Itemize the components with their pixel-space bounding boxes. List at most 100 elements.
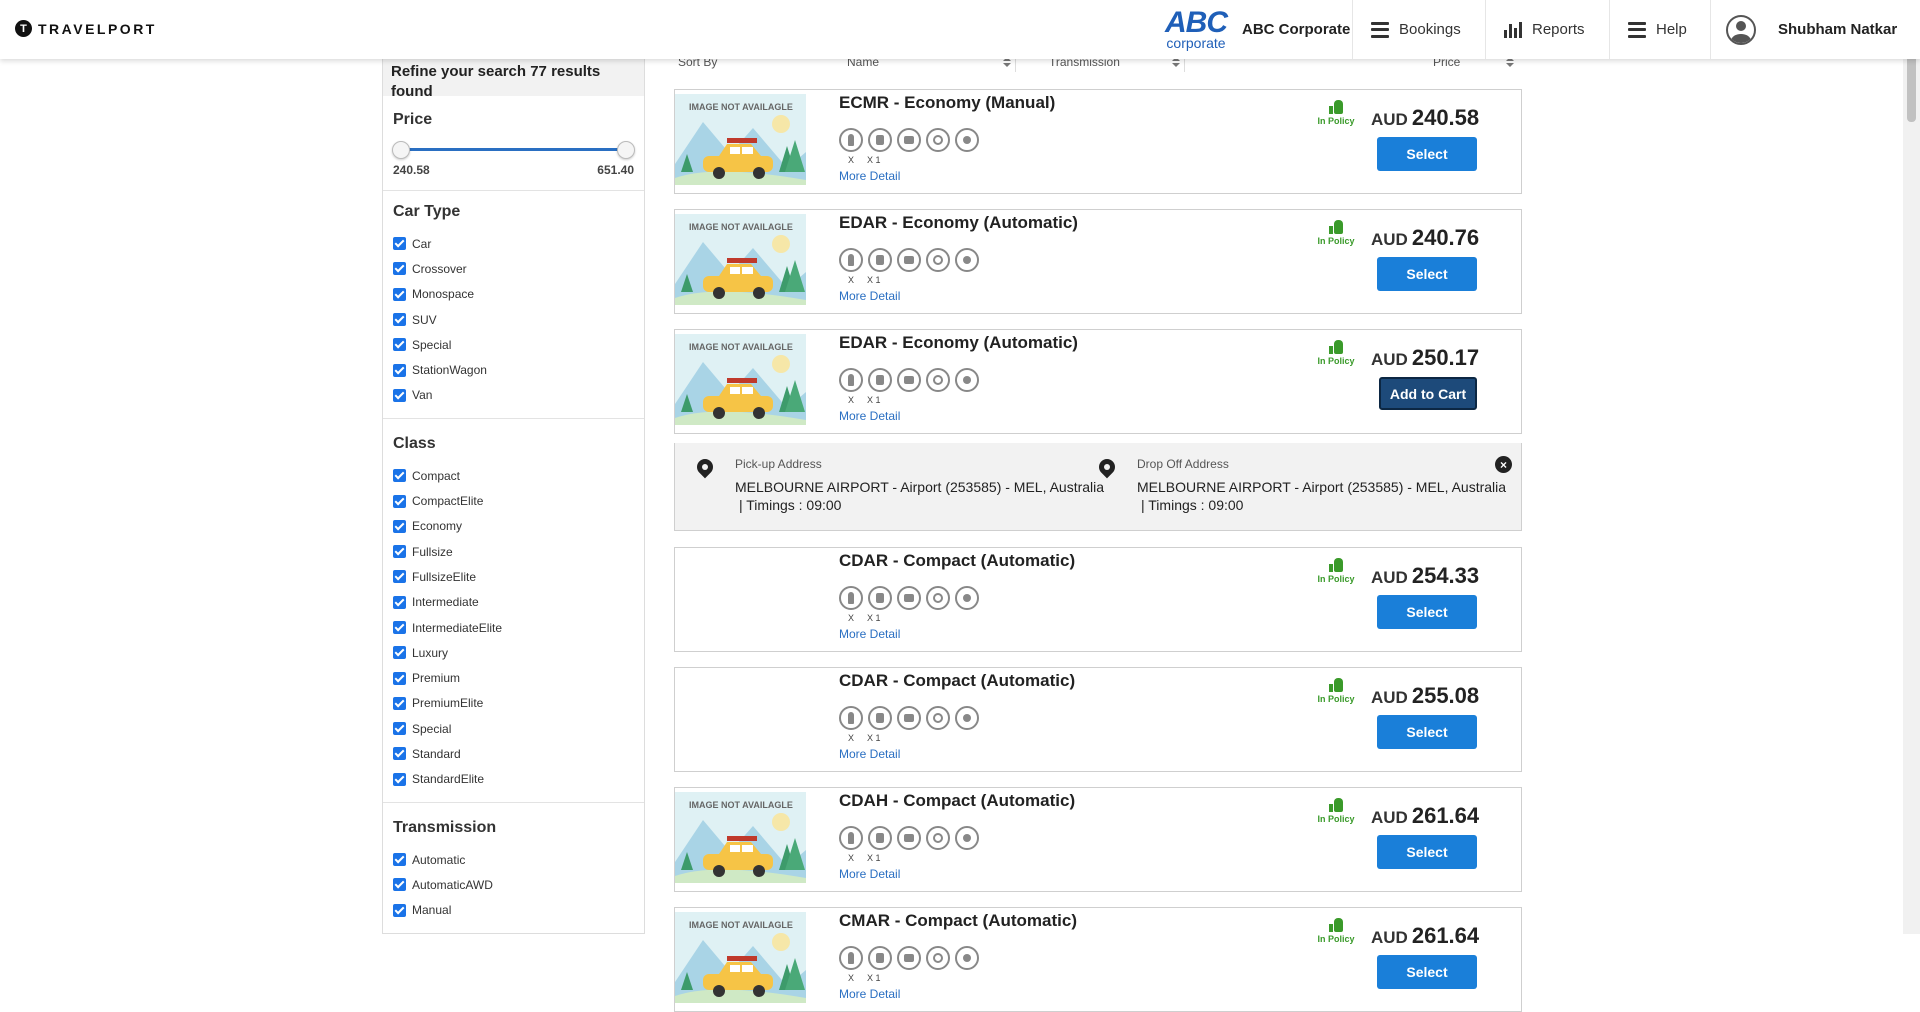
amenities-icons — [839, 128, 979, 152]
in-policy-label: In Policy — [1317, 814, 1355, 824]
checkbox-checked-icon[interactable] — [393, 722, 406, 736]
luggage-icon — [868, 586, 892, 610]
price-slider-min-handle[interactable] — [392, 141, 410, 159]
price-range-slider[interactable] — [392, 139, 635, 161]
transmission-option[interactable]: Manual — [393, 898, 634, 923]
luggage-count: X 1 — [867, 613, 881, 623]
transmission-option[interactable]: Automatic — [393, 847, 634, 872]
add-to-cart-button[interactable]: Add to Cart — [1379, 377, 1477, 410]
price-value: 240.58 — [1411, 105, 1480, 130]
checkbox-checked-icon[interactable] — [393, 469, 406, 483]
image-not-available-text: IMAGE NOT AVAILAGLE — [689, 920, 793, 930]
select-button[interactable]: Select — [1377, 715, 1477, 749]
checkbox-checked-icon[interactable] — [393, 570, 406, 584]
more-detail-link[interactable]: More Detail — [839, 409, 900, 423]
menu-icon — [1628, 21, 1646, 38]
in-policy-label: In Policy — [1317, 694, 1355, 704]
class-option[interactable]: Fullsize — [393, 539, 634, 564]
travelport-logo[interactable]: T TRAVELPORT — [15, 20, 157, 37]
class-filter-title: Class — [393, 435, 436, 453]
more-detail-link[interactable]: More Detail — [839, 987, 900, 1001]
menu-icon — [1371, 21, 1389, 38]
checkbox-checked-icon[interactable] — [393, 671, 406, 685]
more-detail-link[interactable]: More Detail — [839, 627, 900, 641]
travelport-logo-mark: T — [15, 20, 32, 37]
class-option[interactable]: IntermediateElite — [393, 615, 634, 640]
nav-reports[interactable]: Reports — [1485, 0, 1608, 59]
checkbox-checked-icon[interactable] — [393, 388, 406, 402]
class-option[interactable]: CompactElite — [393, 488, 634, 513]
result-card: IMAGE NOT AVAILAGLE CDAH - Compact (Autom… — [674, 787, 1522, 892]
car-type-option[interactable]: StationWagon — [393, 357, 634, 382]
class-option[interactable]: Luxury — [393, 640, 634, 665]
checkbox-checked-icon[interactable] — [393, 878, 406, 892]
door-icon — [897, 706, 921, 730]
more-detail-link[interactable]: More Detail — [839, 169, 900, 183]
select-button[interactable]: Select — [1377, 137, 1477, 171]
car-image-placeholder: IMAGE NOT AVAILAGLE — [675, 94, 806, 185]
car-type-option[interactable]: Van — [393, 383, 634, 408]
car-type-option[interactable]: Monospace — [393, 282, 634, 307]
class-option[interactable]: Intermediate — [393, 590, 634, 615]
car-title: EDAR - Economy (Automatic) — [839, 213, 1078, 232]
option-label: Economy — [412, 519, 463, 534]
checkbox-checked-icon[interactable] — [393, 338, 406, 352]
nav-help[interactable]: Help — [1609, 0, 1710, 59]
location-pin-icon — [1099, 459, 1115, 483]
checkbox-checked-icon[interactable] — [393, 696, 406, 710]
page-scrollbar[interactable] — [1903, 0, 1920, 934]
select-button[interactable]: Select — [1377, 955, 1477, 989]
price: AUD 261.64 — [1371, 803, 1479, 829]
car-type-option[interactable]: SUV — [393, 307, 634, 332]
thumbs-up-icon — [1329, 100, 1343, 114]
nav-help-label: Help — [1656, 21, 1687, 38]
image-not-available-text: IMAGE NOT AVAILAGLE — [689, 222, 793, 232]
checkbox-checked-icon[interactable] — [393, 262, 406, 276]
more-detail-link[interactable]: More Detail — [839, 867, 900, 881]
close-icon[interactable]: × — [1495, 456, 1512, 473]
user-name: Shubham Natkar — [1778, 21, 1898, 38]
checkbox-checked-icon[interactable] — [393, 519, 406, 533]
transmission-icon — [955, 368, 979, 392]
checkbox-checked-icon[interactable] — [393, 363, 406, 377]
checkbox-checked-icon[interactable] — [393, 853, 406, 867]
user-menu[interactable]: Shubham Natkar — [1710, 0, 1897, 59]
more-detail-link[interactable]: More Detail — [839, 289, 900, 303]
checkbox-checked-icon[interactable] — [393, 772, 406, 786]
select-button[interactable]: Select — [1377, 595, 1477, 629]
class-option[interactable]: StandardElite — [393, 767, 634, 792]
more-detail-link[interactable]: More Detail — [839, 747, 900, 761]
class-option[interactable]: Standard — [393, 741, 634, 766]
class-option[interactable]: Economy — [393, 514, 634, 539]
checkbox-checked-icon[interactable] — [393, 313, 406, 327]
select-button[interactable]: Select — [1377, 257, 1477, 291]
pickup-timings: | Timings : 09:00 — [739, 497, 842, 513]
checkbox-checked-icon[interactable] — [393, 646, 406, 660]
class-option[interactable]: Compact — [393, 463, 634, 488]
checkbox-checked-icon[interactable] — [393, 494, 406, 508]
passenger-count: X — [848, 395, 855, 405]
checkbox-checked-icon[interactable] — [393, 237, 406, 251]
amenities-icons — [839, 946, 979, 970]
car-type-option[interactable]: Car — [393, 231, 634, 256]
car-type-option[interactable]: Crossover — [393, 256, 634, 281]
air-conditioning-icon — [926, 368, 950, 392]
class-option[interactable]: FullsizeElite — [393, 564, 634, 589]
car-type-options: Car Crossover Monospace SUV Special Stat… — [393, 231, 634, 408]
select-button[interactable]: Select — [1377, 835, 1477, 869]
price-slider-max-handle[interactable] — [617, 141, 635, 159]
option-label: Car — [412, 236, 432, 251]
price-filter-title: Price — [393, 111, 433, 128]
class-option[interactable]: PremiumElite — [393, 691, 634, 716]
class-option[interactable]: Special — [393, 716, 634, 741]
checkbox-checked-icon[interactable] — [393, 595, 406, 609]
checkbox-checked-icon[interactable] — [393, 621, 406, 634]
car-type-option[interactable]: Special — [393, 332, 634, 357]
checkbox-checked-icon[interactable] — [393, 287, 406, 301]
nav-bookings[interactable]: Bookings — [1352, 0, 1484, 59]
checkbox-checked-icon[interactable] — [393, 903, 406, 917]
transmission-option[interactable]: AutomaticAWD — [393, 872, 634, 897]
checkbox-checked-icon[interactable] — [393, 545, 406, 559]
class-option[interactable]: Premium — [393, 665, 634, 690]
checkbox-checked-icon[interactable] — [393, 747, 406, 761]
